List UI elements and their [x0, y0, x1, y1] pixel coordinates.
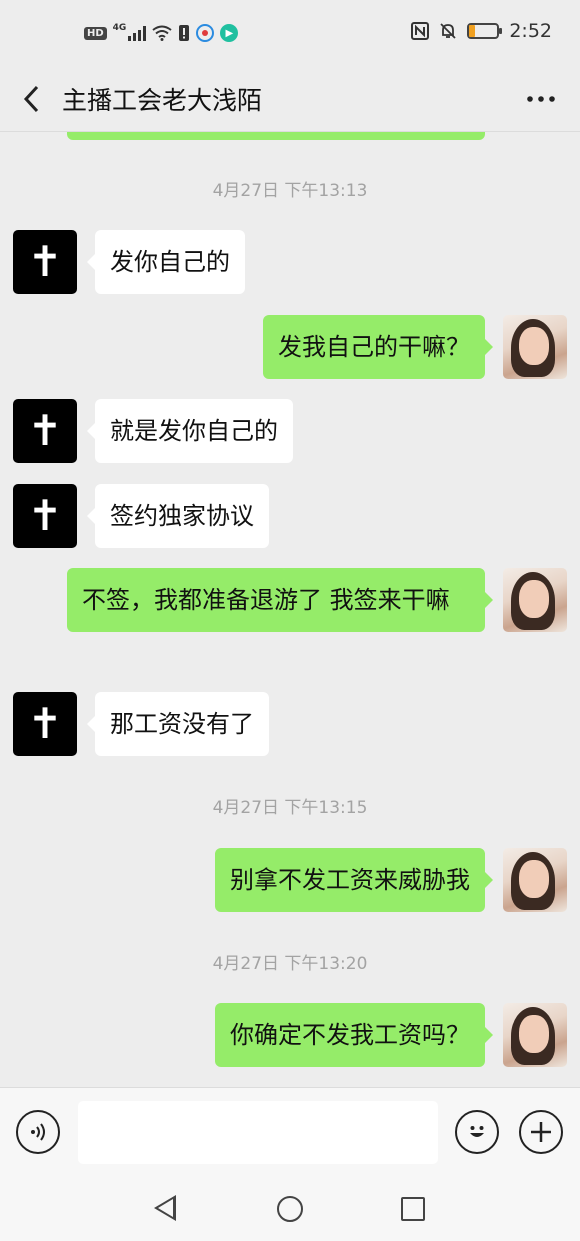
emoji-button[interactable]: [455, 1110, 499, 1154]
message-incoming: ✝ 那工资没有了: [13, 692, 269, 756]
system-nav-bar: [0, 1179, 580, 1241]
chat-title: 主播工会老大浅陌: [62, 85, 263, 115]
user-avatar[interactable]: [503, 1003, 567, 1067]
more-icon: [527, 96, 555, 102]
message-bubble[interactable]: 不签，我都准备退游了 我签来干嘛: [67, 568, 493, 632]
nav-recent-icon[interactable]: [401, 1197, 425, 1221]
wifi-icon: [152, 25, 172, 41]
message-bubble[interactable]: 那工资没有了: [87, 692, 269, 756]
nfc-icon: [411, 22, 430, 40]
contact-avatar[interactable]: ✝: [13, 230, 77, 294]
contact-avatar[interactable]: ✝: [13, 484, 77, 548]
chat-message-list[interactable]: 4月27日 下午13:13 ✝ 发你自己的 发我自己的干嘛？ ✝ 就是发你自己的…: [0, 132, 580, 1087]
status-right-icons: 2:52: [411, 20, 552, 42]
cross-icon: ✝: [27, 406, 63, 455]
message-bubble[interactable]: 就是发你自己的: [87, 399, 293, 463]
message-bubble[interactable]: 别拿不发工资来威胁我: [215, 848, 493, 912]
message-bubble[interactable]: 你确定不发我工资吗？: [215, 1003, 493, 1067]
chevron-left-icon: [23, 85, 39, 112]
message-outgoing: 你确定不发我工资吗？: [215, 1003, 567, 1067]
message-input[interactable]: [78, 1101, 438, 1164]
timestamp: 4月27日 下午13:15: [212, 798, 368, 818]
cross-icon: ✝: [27, 699, 63, 748]
status-time: 2:52: [509, 20, 552, 42]
network-type-label: 4G: [112, 23, 127, 33]
signal-icon: [128, 25, 147, 41]
plus-icon: [531, 1122, 551, 1142]
message-bubble[interactable]: 签约独家协议: [87, 484, 269, 548]
user-avatar[interactable]: [503, 315, 567, 379]
user-avatar[interactable]: [503, 568, 567, 632]
message-incoming: ✝ 就是发你自己的: [13, 399, 293, 463]
cross-icon: ✝: [27, 491, 63, 540]
mute-icon: [440, 23, 456, 39]
play-icon: ▶: [220, 24, 239, 42]
message-outgoing: 不签，我都准备退游了 我签来干嘛: [67, 568, 567, 632]
chat-header: 主播工会老大浅陌: [0, 66, 580, 132]
contact-avatar[interactable]: ✝: [13, 692, 77, 756]
alert-icon: [179, 25, 190, 41]
message-bubble[interactable]: 发你自己的: [87, 230, 245, 294]
nav-home-icon[interactable]: [277, 1196, 303, 1222]
voice-button[interactable]: [16, 1110, 60, 1154]
message-bubble[interactable]: 发我自己的干嘛？: [263, 315, 493, 379]
timestamp: 4月27日 下午13:20: [212, 954, 368, 974]
status-left-icons: HD 4G ▶: [84, 21, 239, 45]
cross-icon: ✝: [27, 237, 63, 286]
voice-icon: [31, 1123, 45, 1141]
contact-avatar[interactable]: ✝: [13, 399, 77, 463]
more-actions-button[interactable]: [519, 1110, 563, 1154]
hd-icon: HD: [84, 26, 107, 40]
timestamp: 4月27日 下午13:13: [212, 181, 368, 201]
message-incoming: ✝ 签约独家协议: [13, 484, 269, 548]
more-button[interactable]: [526, 82, 556, 123]
user-avatar[interactable]: [503, 848, 567, 912]
nav-back-icon[interactable]: [154, 1195, 176, 1221]
battery-icon: [467, 23, 503, 39]
message-incoming: ✝ 发你自己的: [13, 230, 245, 294]
previous-message-bubble[interactable]: [67, 132, 485, 140]
message-outgoing: 别拿不发工资来威胁我: [215, 848, 567, 912]
input-bar: [0, 1087, 580, 1179]
app-icon: [196, 24, 215, 42]
status-bar: HD 4G ▶ 2:52: [0, 0, 580, 66]
message-outgoing: 发我自己的干嘛？: [263, 315, 567, 379]
emoji-icon: [470, 1126, 484, 1137]
back-button[interactable]: [0, 66, 62, 132]
